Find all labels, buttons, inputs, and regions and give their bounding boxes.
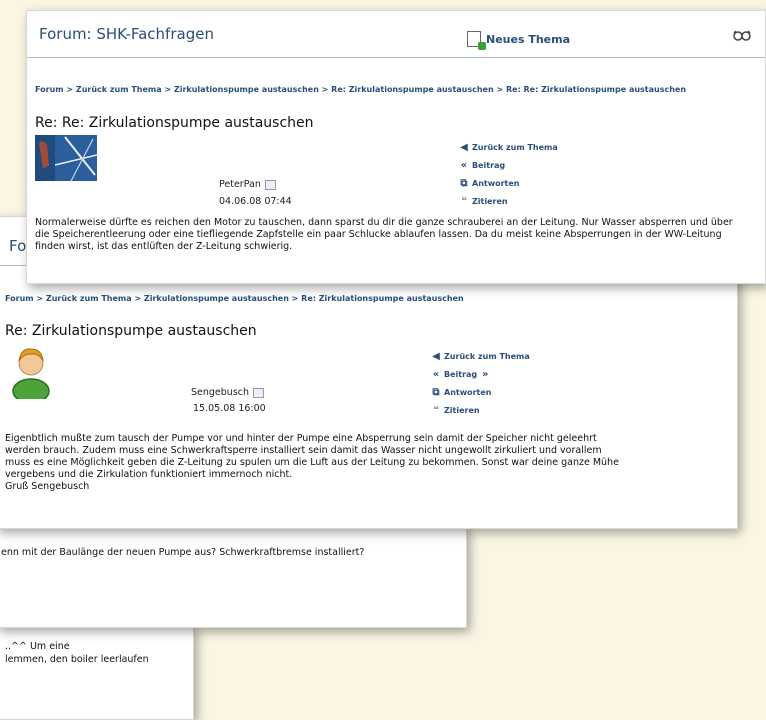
reply-icon: ⧉ [460, 178, 468, 189]
forum-title-partial: Fo [9, 237, 27, 255]
new-document-icon [467, 31, 486, 50]
author-name[interactable]: PeterPan [219, 179, 276, 190]
post-actions: ◀ Zurück zum Thema «Beitrag» ⧉ Antworten ❝… [431, 348, 530, 420]
post-navigation[interactable]: «Beitrag» [431, 366, 530, 384]
post-body-line: werden brauch. Zudem muss eine Schwerkra… [5, 445, 602, 456]
post-title: Re: Re: Zirkulationspumpe austauschen [35, 115, 314, 131]
new-topic-button[interactable]: Neues Thema [467, 31, 570, 50]
post-body-line: enn mit der Baulänge der neuen Pumpe aus… [1, 547, 365, 558]
quote-icon: ❝ [433, 405, 439, 416]
forum-title[interactable]: Forum: SHK-Fachfragen [39, 25, 214, 43]
user-avatar-photo [35, 135, 97, 181]
profile-icon[interactable] [264, 179, 276, 190]
quote-icon: ❝ [461, 196, 467, 207]
forum-header: Forum: SHK-Fachfragen Neues Thema [27, 11, 765, 58]
double-chevron-right-icon[interactable]: » [480, 366, 490, 384]
post-date: 04.06.08 07:44 [219, 196, 292, 207]
post-navigation[interactable]: «Beitrag [459, 157, 558, 175]
post-body-line: muss es eine Möglichkeit geben die Z-Lei… [5, 457, 619, 468]
back-to-topic-link[interactable]: ◀ Zurück zum Thema [459, 139, 558, 157]
quote-link[interactable]: ❝ Zitieren [431, 402, 530, 420]
breadcrumb[interactable]: Forum > Zurück zum Thema > Zirkulationsp… [5, 294, 464, 303]
post-card-front: Forum: SHK-Fachfragen Neues Thema Forum … [26, 10, 766, 284]
double-chevron-left-icon[interactable]: « [459, 157, 469, 175]
double-chevron-left-icon[interactable]: « [431, 366, 441, 384]
post-signature: Gruß Sengebusch [5, 481, 90, 492]
back-arrow-icon: ◀ [432, 351, 440, 362]
post-body-line: vergebens und die Zirkulation funktionie… [5, 469, 293, 480]
reply-icon: ⧉ [432, 387, 440, 398]
user-avatar-icon [12, 348, 50, 399]
post-body-line: Eigenbtlich mußte zum tausch der Pumpe v… [5, 433, 597, 444]
post-actions: ◀ Zurück zum Thema «Beitrag ⧉ Antworten ❝ Z… [459, 139, 558, 211]
post-body: Eigenbtlich mußte zum tausch der Pumpe v… [5, 433, 725, 493]
post-card-fragment-back: enn mit der Baulänge der neuen Pumpe aus… [0, 526, 467, 628]
quote-link[interactable]: ❝ Zitieren [459, 193, 558, 211]
breadcrumb[interactable]: Forum > Zurück zum Thema > Zirkulationsp… [35, 85, 686, 94]
post-body: Normalerweise dürfte es reichen den Moto… [35, 217, 733, 252]
back-arrow-icon: ◀ [460, 142, 468, 153]
profile-icon[interactable] [253, 387, 265, 398]
back-to-topic-link[interactable]: ◀ Zurück zum Thema [431, 348, 530, 366]
post-card-fragment-last: ..^^ Um eine lemmen, den boiler leerlauf… [0, 626, 194, 720]
author-name[interactable]: Sengebusch [191, 387, 265, 398]
post-body-line-1: ..^^ Um eine [5, 641, 70, 652]
post-title: Re: Zirkulationspumpe austauschen [5, 323, 257, 339]
post-date: 15.05.08 16:00 [193, 403, 266, 414]
watch-glasses-icon[interactable] [733, 29, 751, 41]
post-body-line-2: lemmen, den boiler leerlaufen [5, 654, 149, 665]
reply-link[interactable]: ⧉ Antworten [431, 384, 530, 402]
reply-link[interactable]: ⧉ Antworten [459, 175, 558, 193]
